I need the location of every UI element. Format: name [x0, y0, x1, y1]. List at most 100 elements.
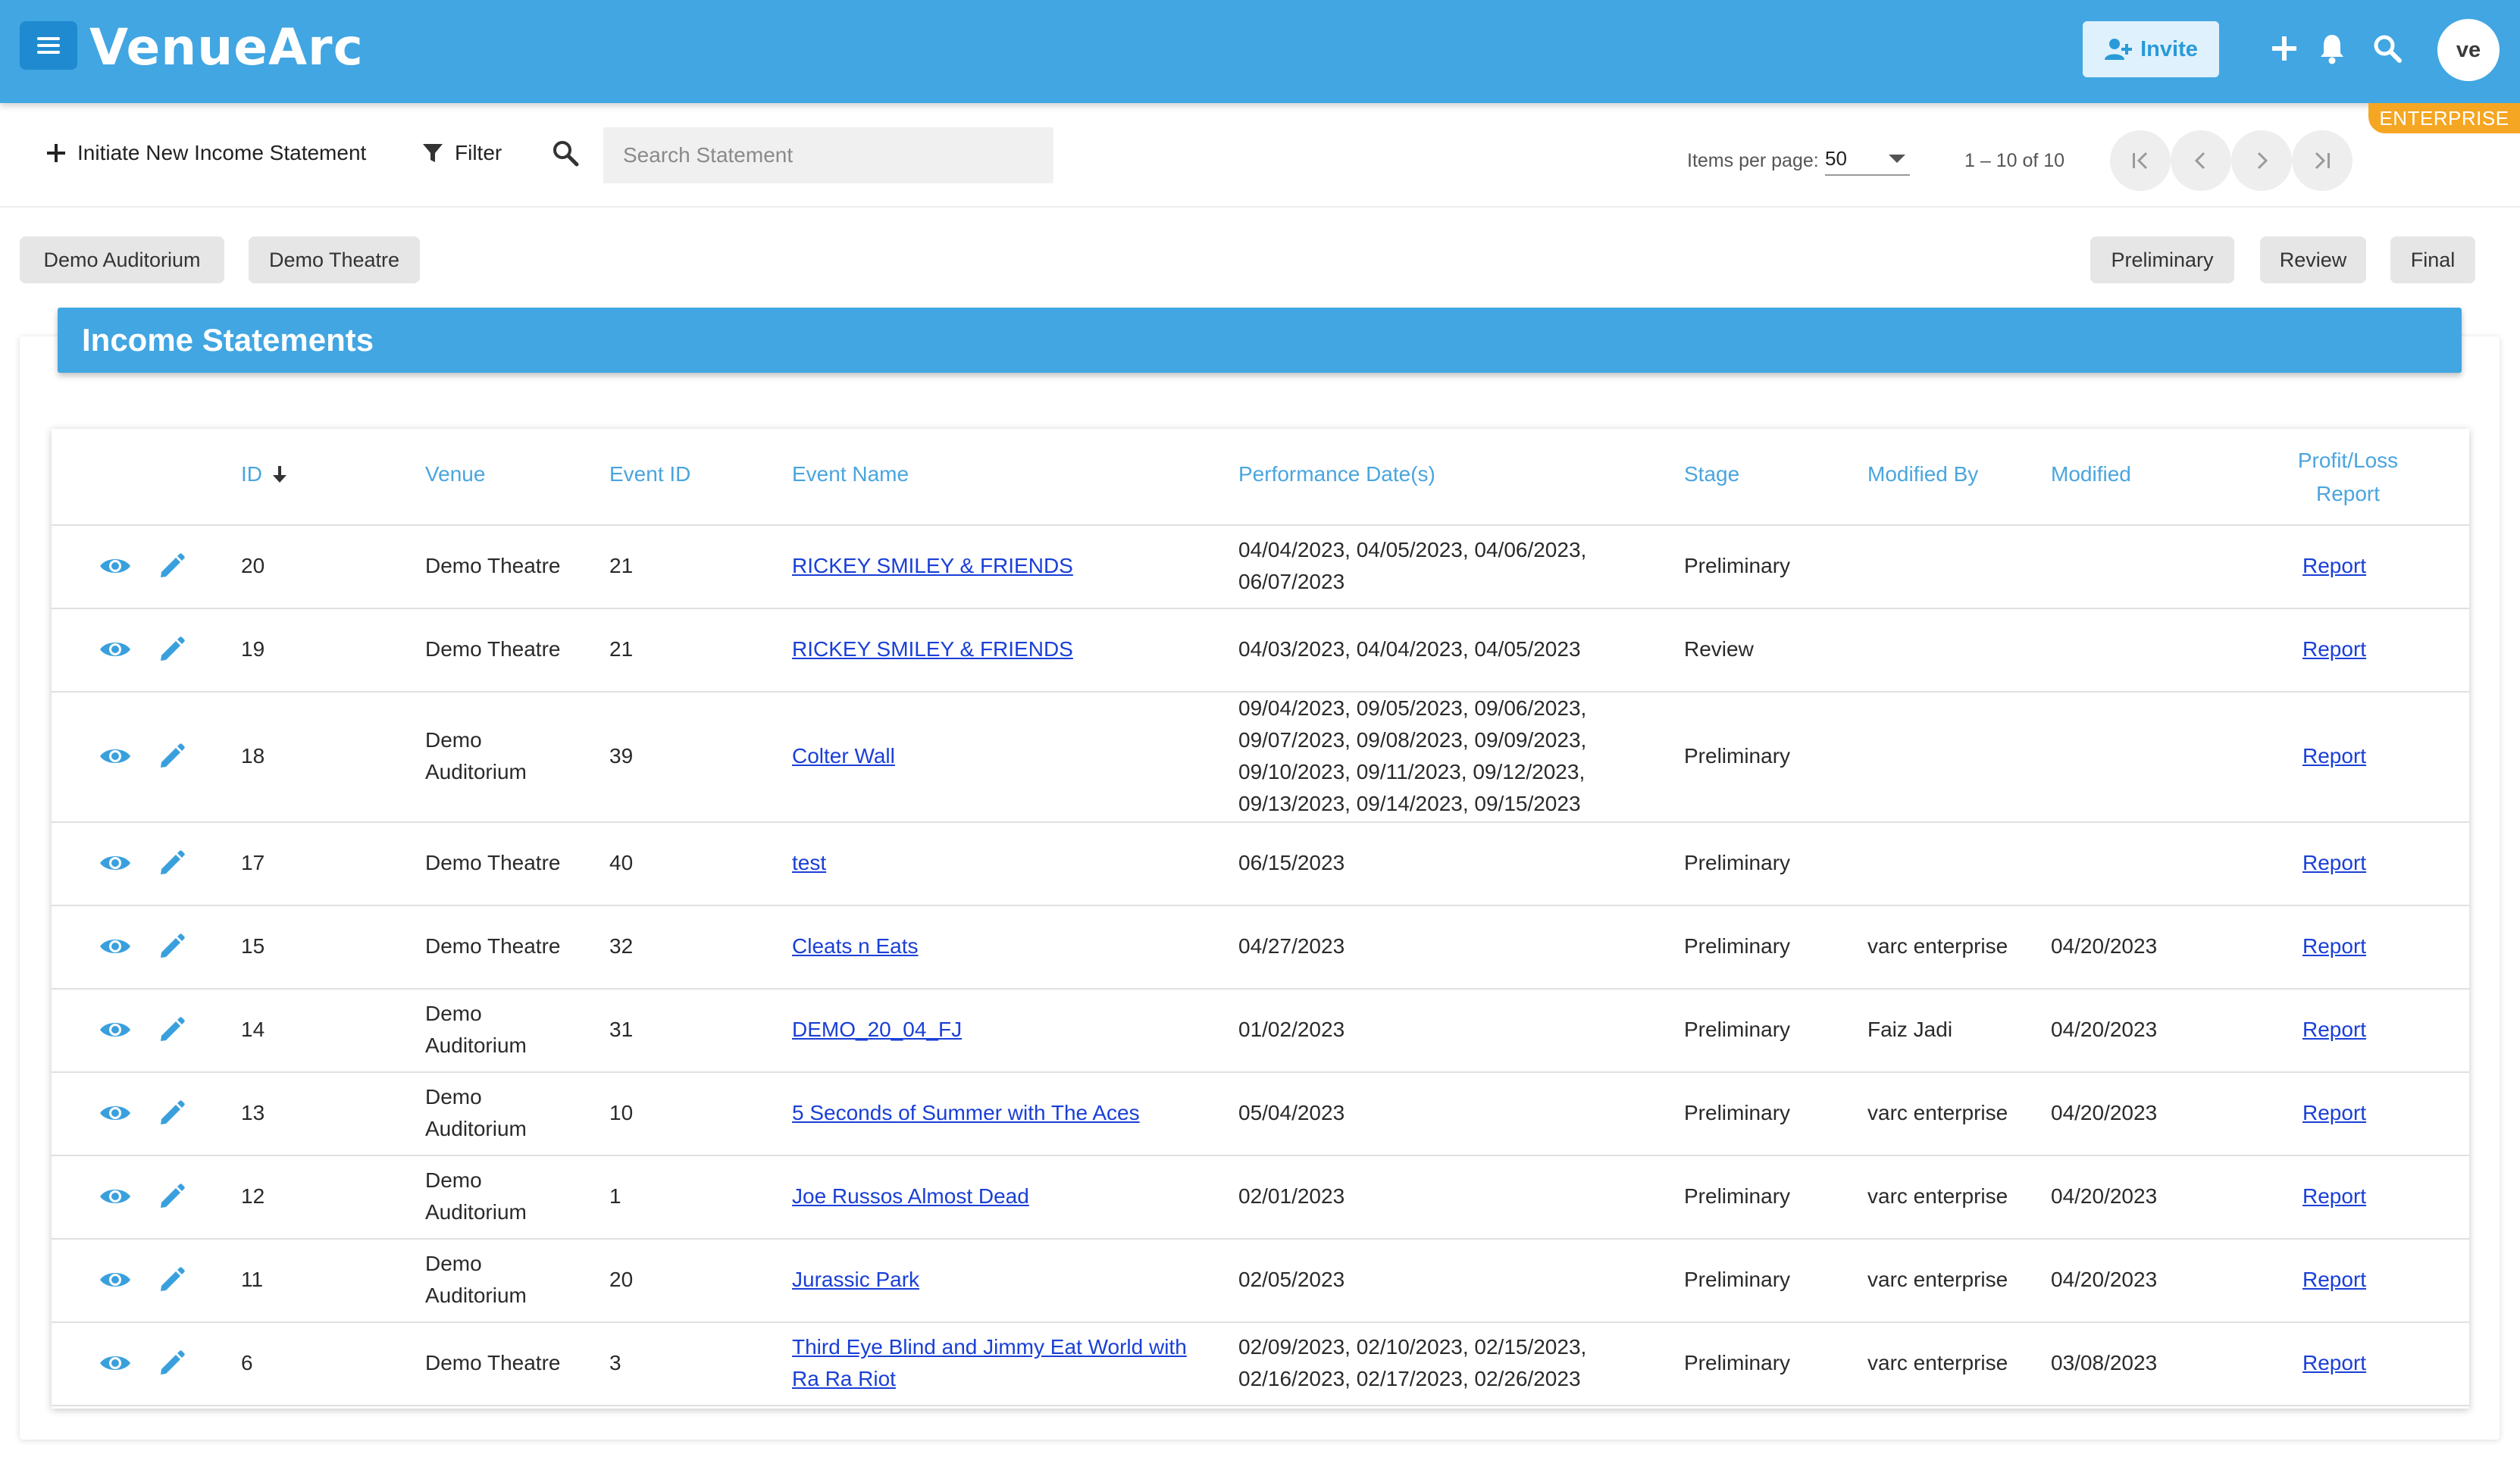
view-icon[interactable] — [99, 905, 132, 988]
cell-venue-cell: Demo Auditorium — [425, 1238, 577, 1321]
edit-icon[interactable] — [158, 821, 186, 905]
cell-id: 18 — [241, 744, 265, 768]
cell-modified-by-cell: varc enterprise — [1867, 905, 2008, 988]
edit-icon[interactable] — [158, 691, 186, 821]
chevron-right-icon — [2257, 152, 2268, 170]
cell-event-name-link[interactable]: DEMO_20_04_FJ — [792, 1014, 962, 1046]
chip-final[interactable]: Final — [2390, 236, 2475, 283]
header-modified[interactable]: Modified — [2051, 462, 2131, 486]
cell-event-name-link[interactable]: Colter Wall — [792, 740, 895, 772]
cell-event-id-cell: 21 — [609, 608, 633, 691]
first-page-button[interactable] — [2110, 130, 2171, 191]
cell-id: 20 — [241, 554, 265, 577]
chip-review[interactable]: Review — [2260, 236, 2366, 283]
next-page-button[interactable] — [2231, 130, 2292, 191]
view-icon[interactable] — [99, 1238, 132, 1321]
edit-icon[interactable] — [158, 524, 186, 608]
header-venue[interactable]: Venue — [425, 462, 485, 486]
header-event-id[interactable]: Event ID — [609, 462, 690, 486]
edit-icon[interactable] — [158, 608, 186, 691]
header-id[interactable]: ID — [241, 462, 288, 486]
view-icon[interactable] — [99, 1321, 132, 1405]
header-event-name[interactable]: Event Name — [792, 462, 909, 486]
menu-button[interactable] — [20, 21, 77, 70]
cell-event-name-link[interactable]: RICKEY SMILEY & FRIENDS — [792, 633, 1073, 665]
cell-venue-cell: Demo Auditorium — [425, 988, 577, 1071]
chip-demo-theatre[interactable]: Demo Theatre — [249, 236, 420, 283]
invite-button[interactable]: Invite — [2083, 21, 2219, 77]
search-input[interactable] — [603, 127, 1053, 183]
header-modified-by[interactable]: Modified By — [1867, 462, 1978, 486]
cell-performance-dates-cell: 04/03/2023, 04/04/2023, 04/05/2023 — [1238, 608, 1633, 691]
cell-event-id: 39 — [609, 744, 634, 768]
cell-venue-cell: Demo Theatre — [425, 1321, 577, 1405]
view-icon[interactable] — [99, 1155, 132, 1238]
cell-report-link[interactable]: Report — [2302, 740, 2366, 772]
plus-icon[interactable] — [2268, 32, 2301, 65]
header-performance-dates[interactable]: Performance Date(s) — [1238, 462, 1435, 486]
view-icon[interactable] — [99, 524, 132, 608]
cell-event-id-cell: 21 — [609, 524, 633, 608]
items-per-page-select[interactable]: 50 — [1825, 144, 1910, 176]
cell-report-link[interactable]: Report — [2302, 1014, 2366, 1046]
cell-event-id: 10 — [609, 1101, 634, 1124]
cell-event-name-link-cell: 5 Seconds of Summer with The Aces — [792, 1071, 1216, 1155]
cell-event-name-link[interactable]: Joe Russos Almost Dead — [792, 1180, 1029, 1212]
view-icon[interactable] — [99, 988, 132, 1071]
cell-performance-dates-cell: 01/02/2023 — [1238, 988, 1633, 1071]
filter-button[interactable]: Filter — [421, 141, 502, 165]
app-logo[interactable]: VenueArc — [89, 14, 364, 82]
cell-report-link[interactable]: Report — [2302, 1097, 2366, 1129]
cell-modified: 04/20/2023 — [2051, 1184, 2158, 1208]
cell-event-name-link[interactable]: RICKEY SMILEY & FRIENDS — [792, 550, 1073, 582]
cell-report-link[interactable]: Report — [2302, 930, 2366, 962]
cell-event-id: 21 — [609, 554, 634, 577]
edit-icon[interactable] — [158, 1071, 186, 1155]
cell-event-name-link[interactable]: 5 Seconds of Summer with The Aces — [792, 1097, 1140, 1129]
edit-icon[interactable] — [158, 1238, 186, 1321]
edit-icon[interactable] — [158, 905, 186, 988]
cell-event-name-link[interactable]: Jurassic Park — [792, 1264, 919, 1296]
cell-report-link[interactable]: Report — [2302, 633, 2366, 665]
cell-id-cell: 13 — [241, 1071, 265, 1155]
cell-venue: Demo Theatre — [425, 851, 561, 874]
bell-icon[interactable] — [2315, 32, 2349, 65]
table-row: 6 Demo Theatre 3 Third Eye Blind and Jimmy … — [52, 1321, 2469, 1406]
cell-report-link[interactable]: Report — [2302, 1264, 2366, 1296]
chip-demo-auditorium[interactable]: Demo Auditorium — [20, 236, 224, 283]
cell-modified-cell: 03/08/2023 — [2051, 1321, 2157, 1405]
user-avatar[interactable]: ve — [2437, 19, 2500, 81]
previous-page-button[interactable] — [2171, 130, 2231, 191]
edit-icon[interactable] — [158, 1155, 186, 1238]
last-page-button[interactable] — [2292, 130, 2353, 191]
header-stage[interactable]: Stage — [1684, 462, 1739, 486]
cell-report-link[interactable]: Report — [2302, 550, 2366, 582]
cell-event-name-link[interactable]: test — [792, 847, 826, 879]
cell-performance-dates: 02/01/2023 — [1238, 1184, 1345, 1208]
table-row: 20 Demo Theatre 21 RICKEY SMILEY & FRIENDS 0… — [52, 524, 2469, 609]
cell-report-link[interactable]: Report — [2302, 1180, 2366, 1212]
cell-id-cell: 19 — [241, 608, 265, 691]
chip-preliminary[interactable]: Preliminary — [2090, 236, 2234, 283]
cell-report-link[interactable]: Report — [2302, 1347, 2366, 1379]
table-row: 12 Demo Auditorium 1 Joe Russos Almost Dead… — [52, 1155, 2469, 1240]
cell-modified-cell: 04/20/2023 — [2051, 1155, 2157, 1238]
view-icon[interactable] — [99, 691, 132, 821]
dropdown-arrow-icon — [1889, 155, 1905, 163]
cell-event-name-link[interactable]: Cleats n Eats — [792, 930, 919, 962]
cell-stage-cell: Preliminary — [1684, 1071, 1790, 1155]
search-icon[interactable] — [2371, 32, 2404, 65]
cell-event-id-cell: 39 — [609, 691, 633, 821]
view-icon[interactable] — [99, 821, 132, 905]
cell-event-name-link[interactable]: Third Eye Blind and Jimmy Eat World with… — [792, 1331, 1216, 1395]
view-icon[interactable] — [99, 608, 132, 691]
cell-performance-dates-cell: 06/15/2023 — [1238, 821, 1633, 905]
new-income-statement-button[interactable]: Initiate New Income Statement — [45, 141, 366, 165]
cell-id: 6 — [241, 1351, 253, 1374]
edit-icon[interactable] — [158, 1321, 186, 1405]
cell-event-id-cell: 32 — [609, 905, 633, 988]
cell-report-link[interactable]: Report — [2302, 847, 2366, 879]
view-icon[interactable] — [99, 1071, 132, 1155]
cell-venue: Demo Auditorium — [425, 1252, 527, 1307]
edit-icon[interactable] — [158, 988, 186, 1071]
